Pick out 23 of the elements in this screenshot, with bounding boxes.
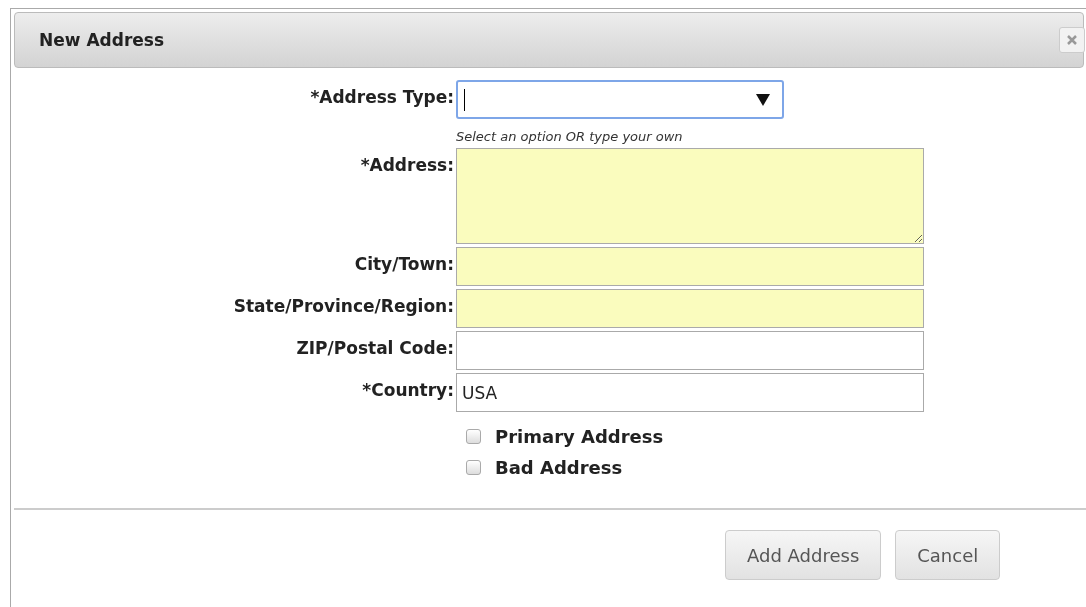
field-label: *Address Type: <box>309 86 454 107</box>
checkbox-label: Bad Address <box>495 457 623 478</box>
checkbox-label: Primary Address <box>495 426 664 447</box>
field-label: City/Town: <box>353 253 454 274</box>
input-field[interactable] <box>456 289 924 328</box>
checkbox[interactable] <box>466 460 481 475</box>
address-type-combobox[interactable] <box>456 80 784 119</box>
input-field[interactable]: USA <box>456 373 924 412</box>
input-field[interactable] <box>456 247 924 286</box>
field-label: *Address: <box>359 154 454 175</box>
address-field[interactable] <box>456 148 924 244</box>
field-label: State/Province/Region: <box>232 295 454 316</box>
close-icon <box>1067 35 1077 45</box>
field-label: ZIP/Postal Code: <box>295 337 454 358</box>
cancel-button[interactable]: Cancel <box>895 530 1001 580</box>
dialog-title: New Address <box>39 30 165 50</box>
close-button[interactable] <box>1059 27 1085 53</box>
field-hint: Select an option OR type your own <box>456 129 684 144</box>
field-label: *Country: <box>361 379 454 400</box>
checkbox[interactable] <box>466 429 481 444</box>
dropdown-arrow-icon <box>756 93 770 106</box>
input-field[interactable] <box>456 331 924 370</box>
add-address-button[interactable]: Add Address <box>725 530 882 580</box>
